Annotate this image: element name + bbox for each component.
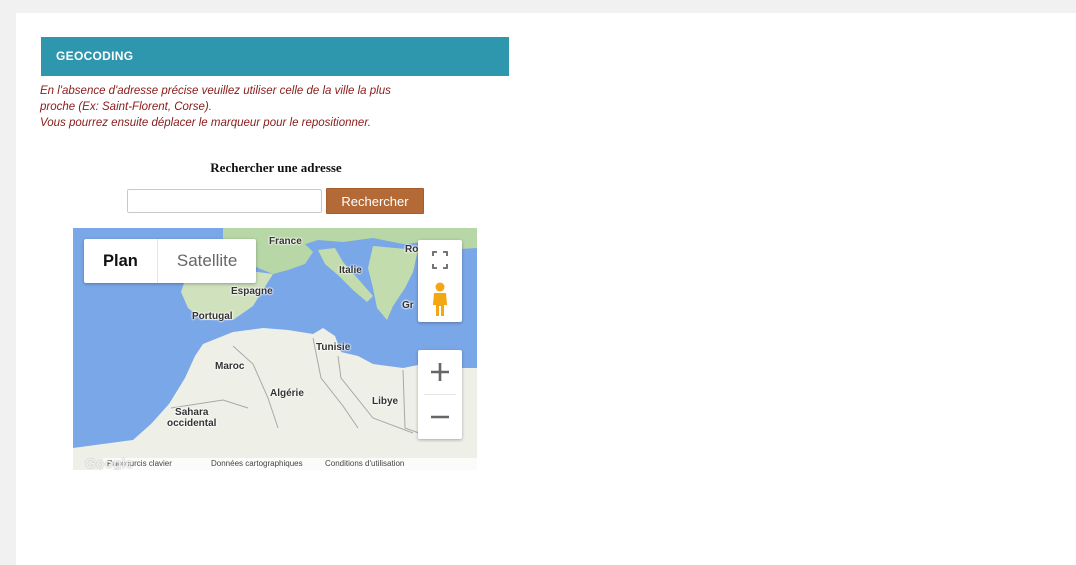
map-label-italie: Italie xyxy=(339,265,362,276)
fullscreen-icon[interactable] xyxy=(418,240,462,280)
notice-line-2: proche (Ex: Saint-Florent, Corse). xyxy=(40,101,212,113)
notice-line-1: En l'absence d'adresse précise veuillez … xyxy=(40,85,391,97)
zoom-control xyxy=(418,350,462,439)
map-label-ro: Ro xyxy=(405,244,419,255)
map-type-satellite-button[interactable]: Satellite xyxy=(156,239,256,283)
map-label-sahara: Sahara occidental xyxy=(167,407,216,429)
map-label-portugal: Portugal xyxy=(192,311,233,322)
zoom-out-icon[interactable] xyxy=(418,395,462,439)
pegman-icon[interactable] xyxy=(418,278,462,320)
map-label-algerie: Algérie xyxy=(270,388,304,399)
map-label-libye: Libye xyxy=(372,396,399,407)
address-search-input[interactable] xyxy=(127,189,322,213)
search-title: Rechercher une adresse xyxy=(210,160,342,175)
google-logo[interactable]: Google xyxy=(85,456,133,470)
map-label-sahara-line-2: occidental xyxy=(167,418,217,429)
map-footer-bar: Raccourcis clavier Données cartographiqu… xyxy=(103,458,477,470)
map-label-gr: Gr xyxy=(402,300,414,311)
map-widget[interactable]: France Ro Italie Espagne Gr Portugal Tun… xyxy=(73,228,477,470)
geocoding-notice: En l'absence d'adresse précise veuillez … xyxy=(40,83,510,131)
notice-line-3: Vous pourrez ensuite déplacer le marqueu… xyxy=(40,117,371,129)
terms-link[interactable]: Conditions d'utilisation xyxy=(325,458,404,470)
map-footer: Raccourcis clavier Données cartographiqu… xyxy=(73,456,477,470)
panel-header: GEOCODING xyxy=(41,37,509,76)
map-label-tunisie: Tunisie xyxy=(316,342,351,353)
search-button[interactable]: Rechercher xyxy=(326,188,424,214)
map-label-sahara-line-1: Sahara xyxy=(175,407,209,418)
map-label-maroc: Maroc xyxy=(215,361,245,372)
map-type-control: Plan Satellite xyxy=(84,239,257,283)
map-data-link[interactable]: Données cartographiques xyxy=(211,458,303,470)
map-label-espagne: Espagne xyxy=(231,286,273,297)
zoom-in-icon[interactable] xyxy=(418,350,462,394)
map-type-plan-button[interactable]: Plan xyxy=(84,239,157,283)
page-content: GEOCODING En l'absence d'adresse précise… xyxy=(16,13,1076,565)
map-label-france: France xyxy=(269,236,302,247)
fullscreen-pegman-control xyxy=(418,240,462,322)
